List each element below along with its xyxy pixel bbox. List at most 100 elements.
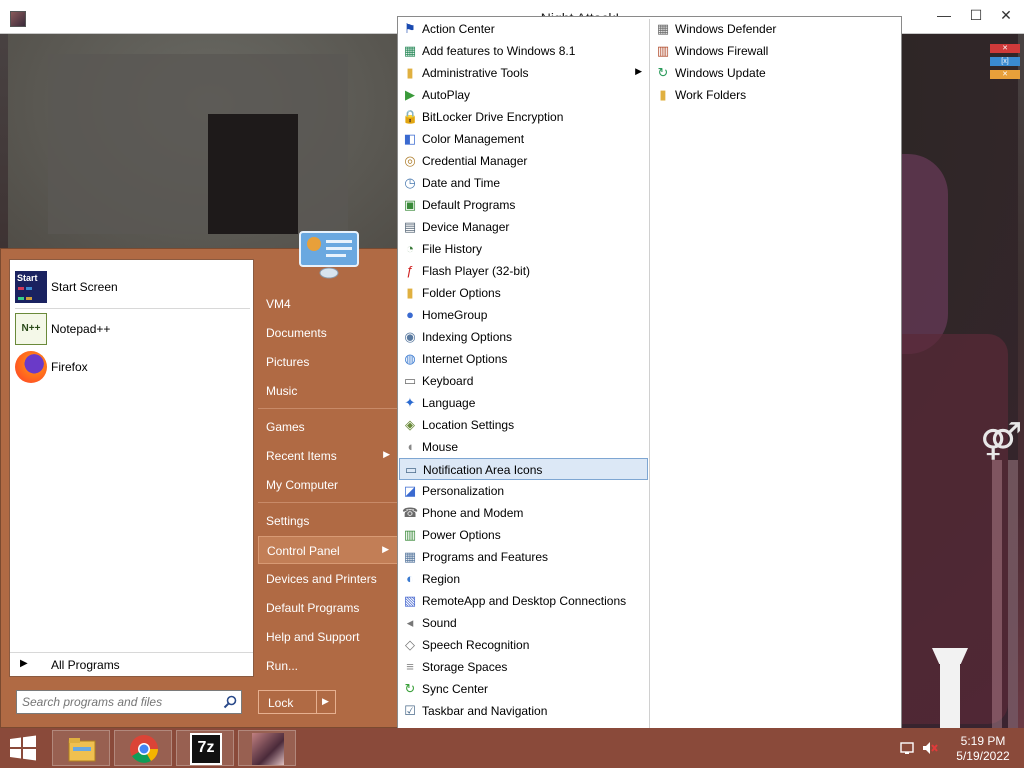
programs-and-features-icon: ▦	[403, 549, 417, 564]
start-screen-item[interactable]: Start Start Screen	[10, 268, 253, 306]
mouse-icon: ◖	[406, 439, 414, 454]
cp-item-sync-center[interactable]: ↻ Sync Center	[399, 678, 648, 700]
cp-item-label: Action Center	[422, 22, 495, 36]
place-help-and-support[interactable]: Help and Support	[258, 623, 398, 651]
flash-player-32-bit-icon: ƒ	[406, 263, 414, 278]
cp-item-label: Programs and Features	[422, 550, 549, 564]
cp-item-label: Sync Center	[422, 682, 489, 696]
cp-item-windows-firewall[interactable]: ▥ Windows Firewall	[652, 40, 901, 62]
cp-item-credential-manager[interactable]: ◎ Credential Manager	[399, 150, 648, 172]
volume-muted-icon[interactable]	[922, 740, 938, 756]
cp-item-windows-update[interactable]: ↻ Windows Update	[652, 62, 901, 84]
cp-item-power-options[interactable]: ▥ Power Options	[399, 524, 648, 546]
region-icon: ◐	[406, 571, 414, 586]
hud-button-blue[interactable]: [x]	[990, 57, 1020, 66]
cp-item-label: Add features to Windows 8.1	[422, 44, 576, 58]
place-vm4[interactable]: VM4	[258, 290, 398, 318]
cp-item-phone-and-modem[interactable]: ☎ Phone and Modem	[399, 502, 648, 524]
clock-date: 5/19/2022	[956, 749, 1010, 763]
cp-item-sound[interactable]: ◂ Sound	[399, 612, 648, 634]
cp-item-mouse[interactable]: ◖ Mouse	[399, 436, 648, 458]
cp-item-label: Date and Time	[422, 176, 501, 190]
cp-item-notification-area-icons[interactable]: ▭ Notification Area Icons	[399, 458, 648, 480]
place-games[interactable]: Games	[258, 413, 398, 441]
system-clock[interactable]: 5:19 PM 5/19/2022	[948, 734, 1018, 764]
taskbar-night-attack[interactable]	[238, 730, 296, 766]
place-devices-and-printers[interactable]: Devices and Printers	[258, 565, 398, 593]
lock-button[interactable]: Lock ▶	[258, 690, 336, 714]
cp-item-taskbar-and-navigation[interactable]: ☑ Taskbar and Navigation	[399, 700, 648, 722]
close-button[interactable]: ✕	[990, 4, 1022, 26]
cp-item-homegroup[interactable]: ● HomeGroup	[399, 304, 648, 326]
hud-button-red[interactable]: ✕	[990, 44, 1020, 53]
cp-item-language[interactable]: ✦ Language	[399, 392, 648, 414]
place-run[interactable]: Run...	[258, 652, 398, 680]
cp-item-personalization[interactable]: ◪ Personalization	[399, 480, 648, 502]
file-history-icon: ◔	[406, 241, 414, 256]
place-default-programs[interactable]: Default Programs	[258, 594, 398, 622]
place-music[interactable]: Music	[258, 377, 398, 405]
place-documents[interactable]: Documents	[258, 319, 398, 347]
firefox-item[interactable]: Firefox	[10, 348, 253, 386]
cp-item-flash-player-32-bit[interactable]: ƒ Flash Player (32-bit)	[399, 260, 648, 282]
internet-options-icon: ◍	[404, 351, 416, 366]
notepad-plus-plus-item[interactable]: N++ Notepad++	[10, 310, 253, 348]
cp-item-label: Device Manager	[422, 220, 510, 234]
all-programs-item[interactable]: ▶ All Programs	[10, 652, 253, 676]
taskbar-file-explorer[interactable]	[52, 730, 110, 766]
cp-item-windows-defender[interactable]: ▦ Windows Defender	[652, 18, 901, 40]
cp-item-label: Storage Spaces	[422, 660, 508, 674]
cp-item-internet-options[interactable]: ◍ Internet Options	[399, 348, 648, 370]
cp-item-date-and-time[interactable]: ◷ Date and Time	[399, 172, 648, 194]
search-icon[interactable]	[223, 695, 237, 709]
place-recent-items[interactable]: Recent Items ▶	[258, 442, 398, 470]
speech-recognition-icon: ◇	[405, 637, 415, 652]
place-settings[interactable]: Settings	[258, 507, 398, 535]
place-control-panel[interactable]: Control Panel ▶	[258, 536, 398, 564]
cp-item-location-settings[interactable]: ◈ Location Settings	[399, 414, 648, 436]
cp-item-work-folders[interactable]: ▮ Work Folders	[652, 84, 901, 106]
cp-item-keyboard[interactable]: ▭ Keyboard	[399, 370, 648, 392]
flashlight-icon[interactable]	[932, 648, 968, 728]
cp-item-storage-spaces[interactable]: ≡ Storage Spaces	[399, 656, 648, 678]
cp-item-default-programs[interactable]: ▣ Default Programs	[399, 194, 648, 216]
cp-item-remoteapp-and-desktop-connections[interactable]: ▧ RemoteApp and Desktop Connections	[399, 590, 648, 612]
lock-options-arrow-icon[interactable]: ▶	[322, 696, 329, 707]
place-my-computer[interactable]: My Computer	[258, 471, 398, 499]
taskbar-chrome[interactable]	[114, 730, 172, 766]
power-options-icon: ▥	[403, 527, 417, 542]
separator	[15, 308, 250, 309]
game-icon	[252, 733, 284, 765]
cp-item-label: AutoPlay	[422, 88, 471, 102]
start-search-box[interactable]	[16, 690, 242, 714]
cp-item-administrative-tools[interactable]: ▮ Administrative Tools ▶	[399, 62, 648, 84]
place-pictures[interactable]: Pictures	[258, 348, 398, 376]
search-input[interactable]	[22, 694, 217, 710]
cp-item-color-management[interactable]: ◧ Color Management	[399, 128, 648, 150]
minimize-button[interactable]: —	[930, 4, 958, 26]
cp-item-indexing-options[interactable]: ◉ Indexing Options	[399, 326, 648, 348]
cp-item-speech-recognition[interactable]: ◇ Speech Recognition	[399, 634, 648, 656]
windows-start-icon[interactable]	[8, 735, 38, 761]
language-icon: ✦	[404, 395, 416, 410]
cp-item-device-manager[interactable]: ▤ Device Manager	[399, 216, 648, 238]
cp-item-add-features-to-windows-8-1[interactable]: ▦ Add features to Windows 8.1	[399, 40, 648, 62]
cp-item-programs-and-features[interactable]: ▦ Programs and Features	[399, 546, 648, 568]
chevron-right-icon: ▶	[382, 544, 389, 554]
cp-item-file-history[interactable]: ◔ File History	[399, 238, 648, 260]
cp-item-action-center[interactable]: ⚑ Action Center	[399, 18, 648, 40]
cp-item-folder-options[interactable]: ▮ Folder Options	[399, 282, 648, 304]
network-icon[interactable]	[900, 740, 916, 756]
device-manager-icon: ▤	[403, 219, 417, 234]
color-management-icon: ◧	[403, 131, 417, 146]
taskbar-7zip[interactable]: 7z	[176, 730, 234, 766]
hud-button-orange[interactable]: ✕	[990, 70, 1020, 79]
start-menu-places-pane: VM4 Documents Pictures Music Games Recen…	[258, 248, 398, 728]
cp-item-region[interactable]: ◐ Region	[399, 568, 648, 590]
cp-item-autoplay[interactable]: ▶ AutoPlay	[399, 84, 648, 106]
cp-item-bitlocker-drive-encryption[interactable]: 🔒 BitLocker Drive Encryption	[399, 106, 648, 128]
location-settings-icon: ◈	[405, 417, 415, 432]
cp-item-label: Windows Firewall	[675, 44, 769, 58]
maximize-button[interactable]: ☐	[962, 4, 990, 26]
7zip-icon: 7z	[190, 733, 222, 765]
